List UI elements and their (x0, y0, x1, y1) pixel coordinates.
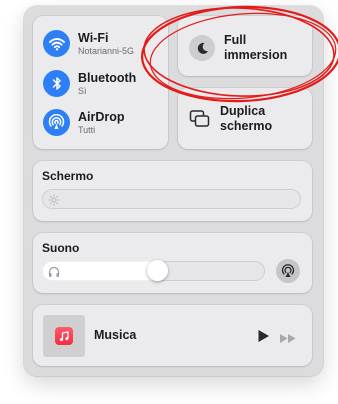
control-center-panel: Wi-Fi Notarianni-5G Bluetooth Sì AirDrop… (24, 6, 323, 376)
sound-title: Suono (42, 241, 80, 255)
play-button[interactable] (257, 329, 271, 343)
airplay-audio-icon (281, 264, 295, 277)
screen-mirroring-icon (189, 108, 211, 130)
connectivity-tile: Wi-Fi Notarianni-5G Bluetooth Sì AirDrop… (33, 16, 168, 149)
screen-mirroring-tile[interactable]: Duplica schermo (178, 88, 312, 149)
airdrop-toggle[interactable]: AirDrop Tutti (43, 109, 125, 136)
screen-mirroring-label: Duplica schermo (220, 104, 272, 134)
airdrop-status: Tutti (78, 124, 96, 135)
fast-forward-button[interactable] (279, 331, 297, 343)
now-playing-tile: Musica (33, 305, 312, 366)
sound-tile: Suono (33, 233, 312, 293)
now-playing-title: Musica (94, 328, 137, 342)
volume-slider[interactable] (42, 260, 265, 283)
sun-icon (48, 193, 60, 211)
album-artwork[interactable] (43, 315, 85, 357)
moon-icon (189, 35, 215, 61)
focus-label: Full immersion (224, 33, 287, 63)
airdrop-icon[interactable] (43, 109, 70, 136)
focus-label-line2: immersion (224, 48, 288, 62)
wifi-toggle[interactable]: Wi-Fi Notarianni-5G (43, 30, 134, 57)
airdrop-title: AirDrop (78, 110, 125, 125)
mirror-label-line2: schermo (220, 119, 273, 133)
mirror-label-line1: Duplica (220, 104, 266, 118)
focus-label-line1: Full (224, 33, 247, 47)
wifi-network-name: Notarianni-5G (78, 45, 135, 56)
display-tile: Schermo (33, 161, 312, 221)
volume-slider-knob[interactable] (147, 260, 168, 281)
music-note-icon (55, 327, 73, 345)
fast-forward-icon (280, 334, 296, 343)
wifi-title: Wi-Fi (78, 31, 109, 46)
play-icon (258, 330, 269, 342)
focus-tile[interactable]: Full immersion (178, 16, 312, 76)
airplay-audio-button[interactable] (276, 259, 300, 283)
display-title: Schermo (42, 169, 94, 183)
bluetooth-icon[interactable] (43, 70, 70, 97)
wifi-icon[interactable] (43, 30, 70, 57)
bluetooth-status: Sì (78, 85, 87, 96)
brightness-slider[interactable] (42, 189, 301, 209)
bluetooth-toggle[interactable]: Bluetooth Sì (43, 70, 136, 97)
bluetooth-title: Bluetooth (78, 71, 137, 86)
headphones-icon (48, 265, 60, 283)
